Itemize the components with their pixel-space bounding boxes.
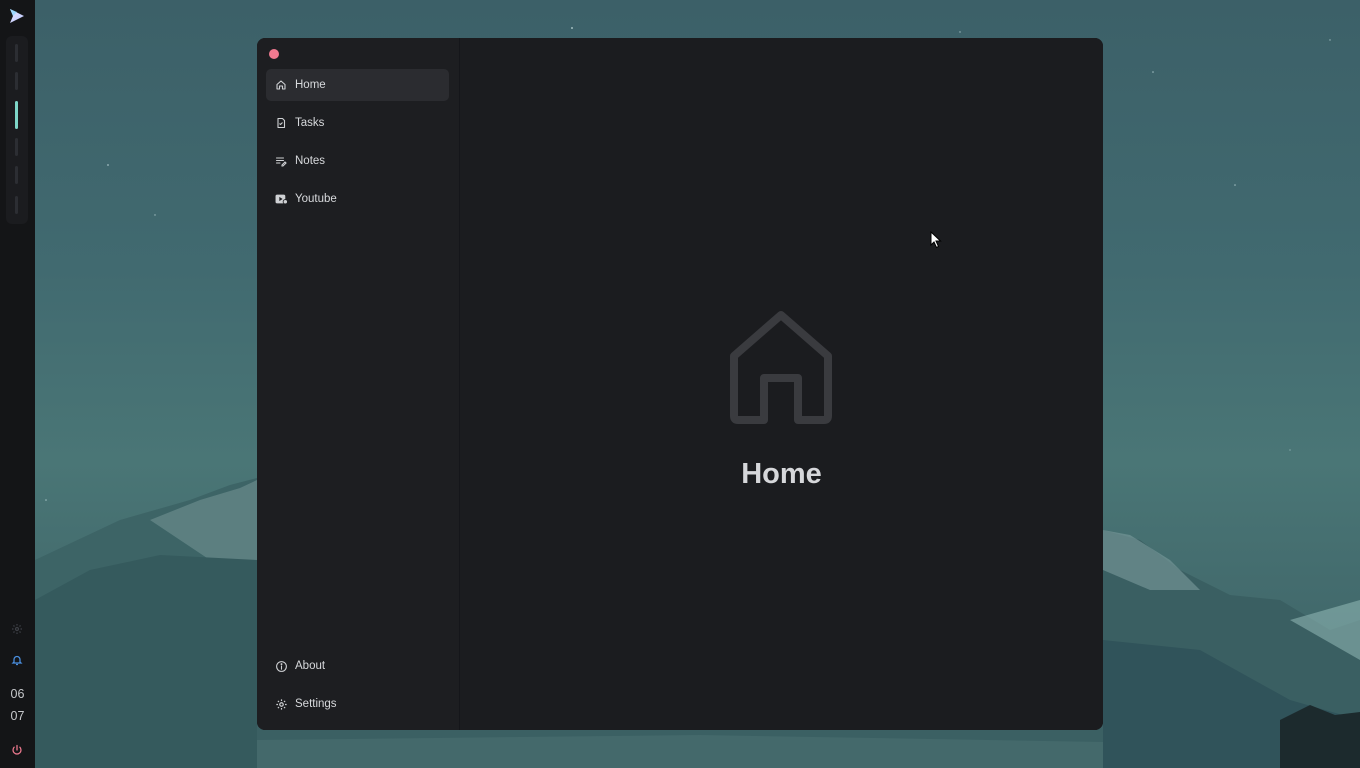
gear-icon[interactable] xyxy=(9,621,25,637)
app-launcher-logo-icon[interactable] xyxy=(7,6,27,26)
sidebar-item-notes[interactable]: Notes xyxy=(266,145,449,177)
bell-icon[interactable] xyxy=(9,652,25,668)
workspace-indicator-active[interactable] xyxy=(15,101,18,129)
task-check-icon xyxy=(274,116,288,130)
page-title: Home xyxy=(741,458,822,490)
video-icon xyxy=(274,192,288,206)
info-icon xyxy=(274,659,288,673)
mouse-cursor-icon xyxy=(930,230,942,249)
workspace-indicator[interactable] xyxy=(15,196,18,214)
sidebar-item-home[interactable]: Home xyxy=(266,69,449,101)
home-icon xyxy=(728,310,834,426)
workspace-indicator[interactable] xyxy=(15,44,18,62)
gear-icon xyxy=(274,697,288,711)
power-icon[interactable] xyxy=(9,742,25,758)
sidebar-item-label: Youtube xyxy=(295,193,337,205)
app-window: Home Tasks Notes Youtube About Settings … xyxy=(257,38,1103,730)
sidebar-item-label: Tasks xyxy=(295,117,325,129)
close-window-button[interactable] xyxy=(269,49,279,59)
sidebar-item-settings[interactable]: Settings xyxy=(266,688,449,720)
sidebar-item-label: Home xyxy=(295,79,326,91)
sidebar-item-tasks[interactable]: Tasks xyxy=(266,107,449,139)
sidebar-item-about[interactable]: About xyxy=(266,650,449,682)
home-icon xyxy=(274,78,288,92)
sidebar-item-label: Notes xyxy=(295,155,326,167)
sidebar-item-label: About xyxy=(295,660,326,672)
notes-edit-icon xyxy=(274,154,288,168)
sidebar-item-label: Settings xyxy=(295,698,337,710)
sidebar: Home Tasks Notes Youtube About Settings xyxy=(257,38,460,730)
clock-hours: 06 xyxy=(10,687,25,701)
clock-minutes: 07 xyxy=(10,709,25,723)
workspace-indicator[interactable] xyxy=(15,72,18,90)
workspace-indicator[interactable] xyxy=(15,138,18,156)
sidebar-item-youtube[interactable]: Youtube xyxy=(266,183,449,215)
system-panel: 06 07 xyxy=(0,0,35,768)
workspace-indicator[interactable] xyxy=(15,166,18,184)
main-content: Home xyxy=(460,38,1103,730)
